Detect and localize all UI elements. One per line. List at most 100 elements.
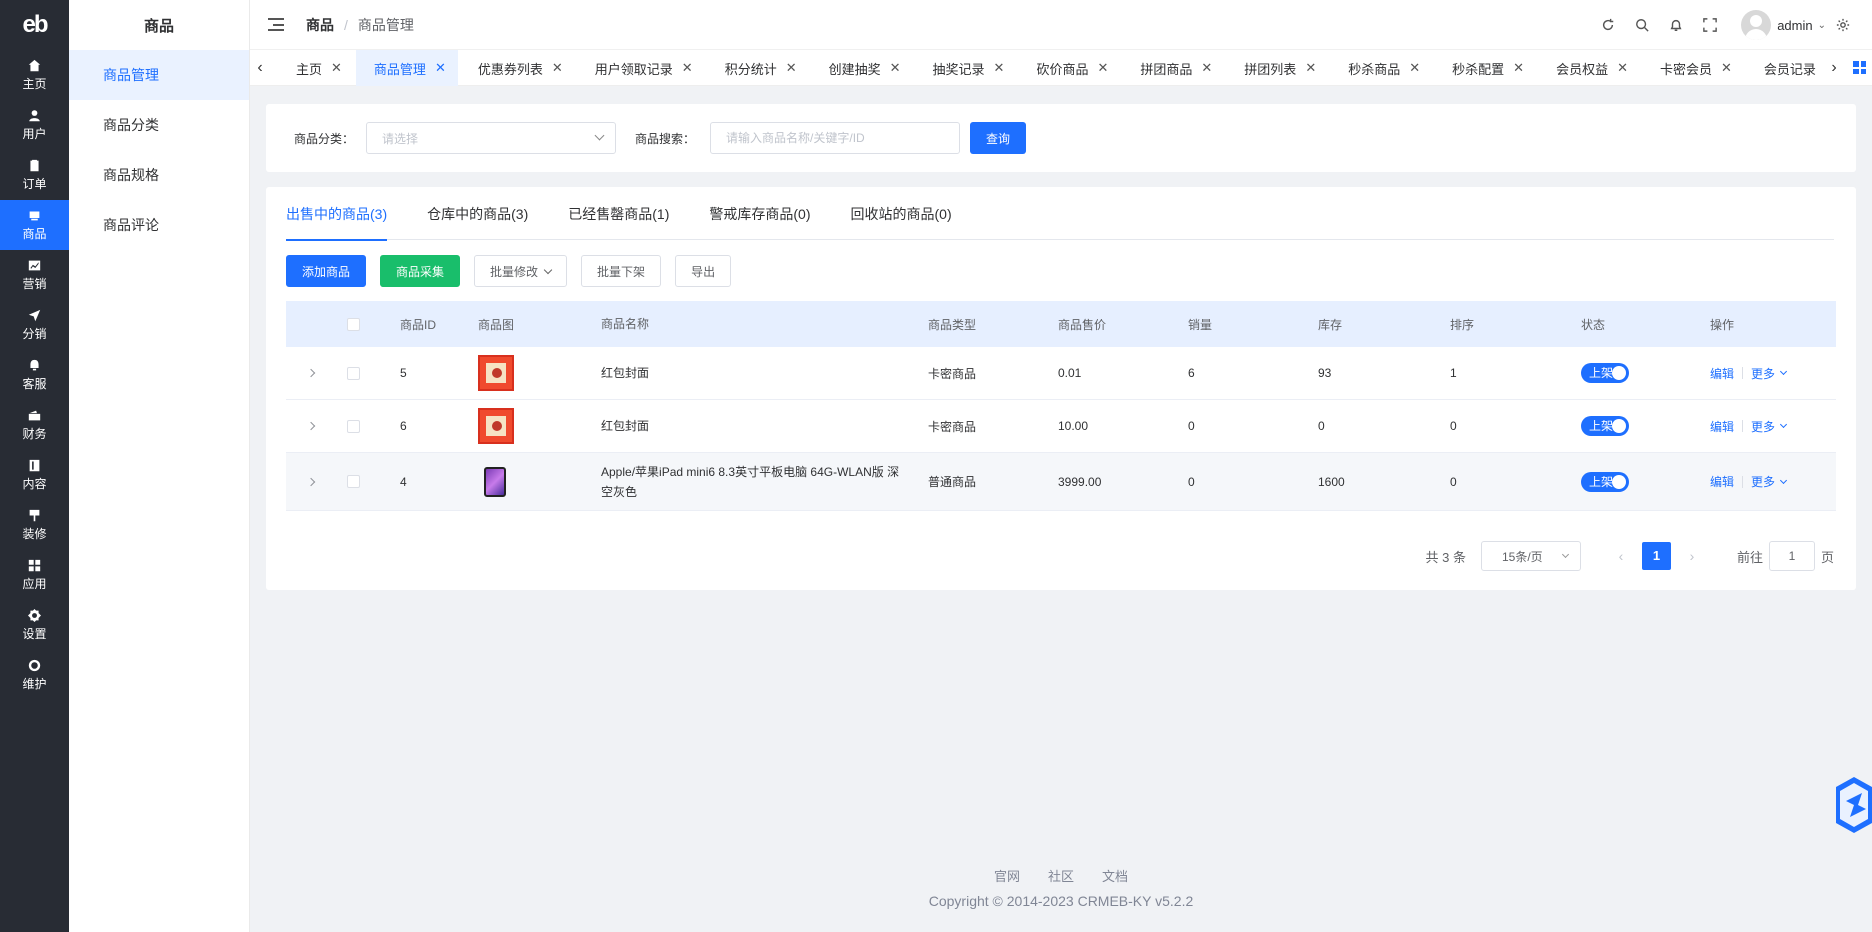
fullscreen-icon[interactable] bbox=[1693, 0, 1727, 50]
more-dropdown[interactable]: 更多 bbox=[1751, 473, 1788, 490]
product-thumbnail[interactable] bbox=[478, 408, 514, 444]
expand-row-icon[interactable] bbox=[306, 368, 316, 378]
close-icon[interactable]: ✕ bbox=[552, 60, 563, 76]
page-tab[interactable]: 卡密会员 ✕ bbox=[1642, 50, 1744, 86]
footer-link-community[interactable]: 社区 bbox=[1048, 866, 1074, 885]
page-tab[interactable]: 拼团商品 ✕ bbox=[1122, 50, 1224, 86]
more-dropdown[interactable]: 更多 bbox=[1751, 365, 1788, 382]
username[interactable]: admin bbox=[1777, 18, 1812, 33]
submenu-item-product-review[interactable]: 商品评论 bbox=[69, 200, 249, 250]
add-product-button[interactable]: 添加商品 bbox=[286, 255, 367, 287]
rail-item-maintain[interactable]: 维护 bbox=[0, 650, 69, 700]
gear-icon[interactable] bbox=[1826, 0, 1860, 50]
goto-page-input[interactable] bbox=[1768, 541, 1815, 571]
avatar[interactable] bbox=[1741, 10, 1772, 40]
tabs-scroll-left-icon[interactable]: ‹ bbox=[250, 50, 270, 86]
page-number-current[interactable]: 1 bbox=[1641, 542, 1671, 570]
rail-item-content[interactable]: 内容 bbox=[0, 450, 69, 500]
app-logo[interactable]: eb bbox=[0, 0, 69, 50]
chevron-down-icon[interactable]: ⌄ bbox=[1818, 20, 1826, 31]
close-icon[interactable]: ✕ bbox=[1305, 60, 1316, 76]
tab-sold-out[interactable]: 已经售罄商品(1) bbox=[568, 187, 669, 240]
page-tab[interactable]: 秒杀配置 ✕ bbox=[1434, 50, 1536, 86]
rail-item-user[interactable]: 用户 bbox=[0, 100, 69, 150]
next-page-icon[interactable]: › bbox=[1677, 548, 1707, 564]
page-tab[interactable]: 创建抽奖 ✕ bbox=[811, 50, 913, 86]
edit-link[interactable]: 编辑 bbox=[1710, 473, 1734, 490]
page-tab[interactable]: 抽奖记录 ✕ bbox=[915, 50, 1017, 86]
page-tab[interactable]: 主页 ✕ bbox=[278, 50, 354, 86]
edit-link[interactable]: 编辑 bbox=[1710, 365, 1734, 382]
search-input[interactable] bbox=[710, 122, 961, 154]
submenu-item-product-manage[interactable]: 商品管理 bbox=[69, 50, 249, 100]
submenu-item-product-spec[interactable]: 商品规格 bbox=[69, 150, 249, 200]
footer-link-official[interactable]: 官网 bbox=[994, 866, 1020, 885]
product-thumbnail[interactable] bbox=[484, 466, 506, 497]
close-icon[interactable]: ✕ bbox=[682, 60, 693, 76]
refresh-icon[interactable] bbox=[1591, 0, 1625, 50]
tab-in-warehouse[interactable]: 仓库中的商品(3) bbox=[427, 187, 528, 240]
menu-toggle-icon[interactable] bbox=[268, 18, 284, 31]
query-button[interactable]: 查询 bbox=[970, 122, 1027, 154]
export-button[interactable]: 导出 bbox=[675, 255, 732, 287]
edit-link[interactable]: 编辑 bbox=[1710, 418, 1734, 435]
page-tab[interactable]: 会员权益 ✕ bbox=[1538, 50, 1640, 86]
close-icon[interactable]: ✕ bbox=[1097, 60, 1108, 76]
close-icon[interactable]: ✕ bbox=[435, 60, 446, 76]
rail-item-order[interactable]: 订单 bbox=[0, 150, 69, 200]
close-icon[interactable]: ✕ bbox=[890, 60, 901, 76]
floating-assistant-icon[interactable] bbox=[1832, 775, 1872, 835]
rail-item-product[interactable]: 商品 bbox=[0, 200, 69, 250]
breadcrumb-item[interactable]: 商品 bbox=[306, 15, 334, 35]
collect-product-button[interactable]: 商品采集 bbox=[380, 255, 461, 287]
rail-item-service[interactable]: 客服 bbox=[0, 350, 69, 400]
close-icon[interactable]: ✕ bbox=[786, 60, 797, 76]
submenu-item-product-category[interactable]: 商品分类 bbox=[69, 100, 249, 150]
rail-item-apps[interactable]: 应用 bbox=[0, 550, 69, 600]
page-tab-active[interactable]: 商品管理 ✕ bbox=[355, 50, 458, 86]
prev-page-icon[interactable]: ‹ bbox=[1606, 548, 1636, 564]
rail-item-settings[interactable]: 设置 bbox=[0, 600, 69, 650]
page-tab[interactable]: 砍价商品 ✕ bbox=[1018, 50, 1120, 86]
status-toggle[interactable]: 上架 bbox=[1581, 363, 1629, 383]
close-icon[interactable]: ✕ bbox=[1409, 60, 1420, 76]
status-toggle[interactable]: 上架 bbox=[1581, 471, 1629, 492]
more-dropdown[interactable]: 更多 bbox=[1751, 418, 1788, 435]
page-tab[interactable]: 积分统计 ✕ bbox=[707, 50, 809, 86]
close-icon[interactable]: ✕ bbox=[1721, 60, 1732, 76]
rail-item-decoration[interactable]: 装修 bbox=[0, 500, 69, 550]
bell-icon[interactable] bbox=[1659, 0, 1693, 50]
category-select[interactable]: 请选择 bbox=[366, 122, 617, 154]
status-toggle[interactable]: 上架 bbox=[1581, 416, 1629, 436]
row-checkbox[interactable] bbox=[347, 475, 360, 488]
close-icon[interactable]: ✕ bbox=[1201, 60, 1212, 76]
expand-row-icon[interactable] bbox=[306, 477, 316, 486]
page-tab[interactable]: 用户领取记录 ✕ bbox=[577, 50, 705, 86]
page-tab[interactable]: 秒杀商品 ✕ bbox=[1330, 50, 1432, 86]
tab-on-sale[interactable]: 出售中的商品(3) bbox=[286, 187, 388, 241]
footer-link-docs[interactable]: 文档 bbox=[1102, 866, 1128, 885]
product-thumbnail[interactable] bbox=[478, 355, 514, 391]
batch-off-shelf-button[interactable]: 批量下架 bbox=[581, 255, 662, 287]
rail-item-marketing[interactable]: 营销 bbox=[0, 250, 69, 300]
select-all-checkbox[interactable] bbox=[347, 317, 360, 331]
close-icon[interactable]: ✕ bbox=[331, 60, 342, 76]
row-checkbox[interactable] bbox=[347, 366, 360, 380]
tab-recycle-bin[interactable]: 回收站的商品(0) bbox=[851, 187, 952, 240]
search-icon[interactable] bbox=[1625, 0, 1659, 50]
rail-item-home[interactable]: 主页 bbox=[0, 50, 69, 100]
page-size-select[interactable]: 15条/页 bbox=[1480, 541, 1581, 571]
close-icon[interactable]: ✕ bbox=[994, 60, 1005, 76]
page-tab[interactable]: 拼团列表 ✕ bbox=[1226, 50, 1328, 86]
page-tab[interactable]: 会员记录✕ bbox=[1746, 50, 1822, 86]
rail-item-distribution[interactable]: 分销 bbox=[0, 300, 69, 350]
close-icon[interactable]: ✕ bbox=[1513, 60, 1524, 76]
rail-item-finance[interactable]: 财务 bbox=[0, 400, 69, 450]
batch-edit-button[interactable]: 批量修改 bbox=[474, 255, 568, 287]
close-icon[interactable]: ✕ bbox=[1617, 60, 1628, 76]
tabs-menu-grid-icon[interactable] bbox=[1853, 61, 1866, 74]
page-tab[interactable]: 优惠券列表 ✕ bbox=[460, 50, 575, 86]
expand-row-icon[interactable] bbox=[306, 421, 316, 431]
row-checkbox[interactable] bbox=[347, 419, 360, 433]
tabs-scroll-right-icon[interactable]: › bbox=[1824, 50, 1844, 86]
